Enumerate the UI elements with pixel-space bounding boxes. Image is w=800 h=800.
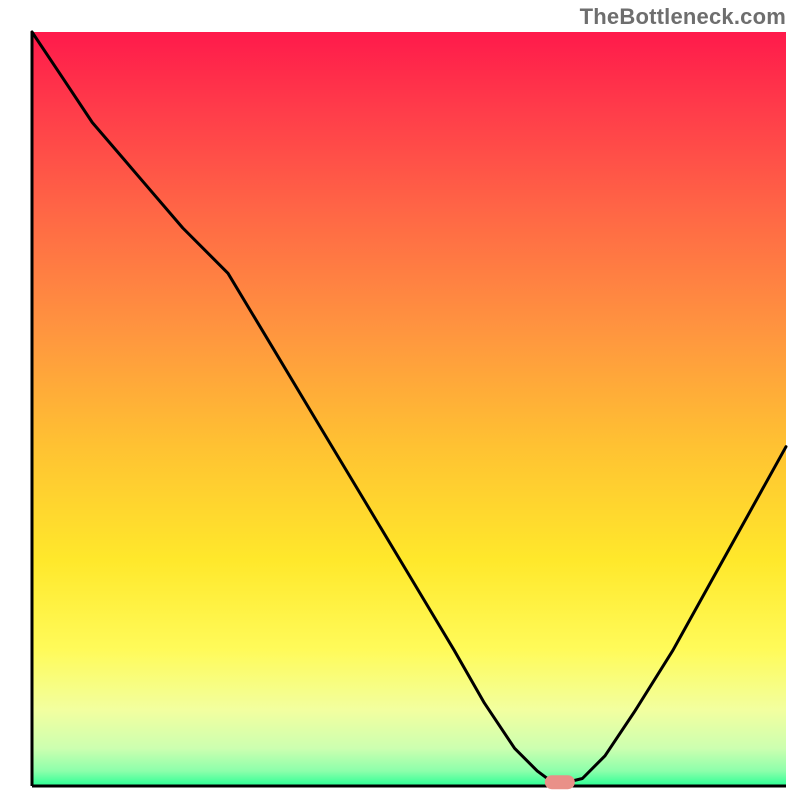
chart-container: TheBottleneck.com bbox=[0, 0, 800, 800]
bottleneck-chart bbox=[0, 0, 800, 800]
minimum-marker bbox=[545, 775, 575, 789]
gradient-background bbox=[32, 32, 786, 786]
